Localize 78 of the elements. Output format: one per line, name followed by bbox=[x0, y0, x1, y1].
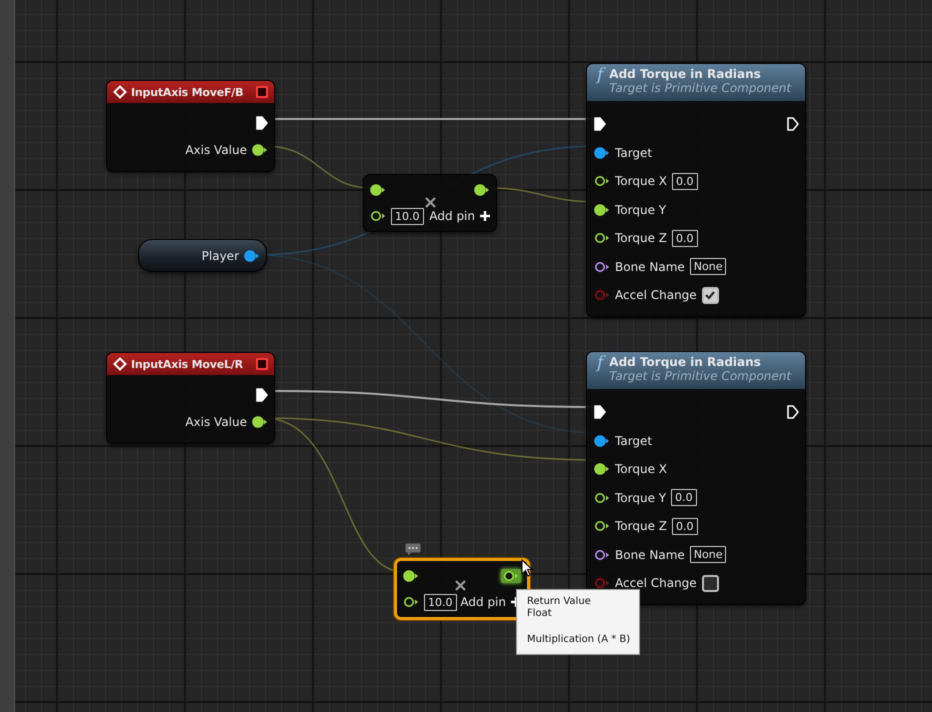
exec-pin-icon[interactable] bbox=[256, 388, 268, 402]
pin-icon[interactable] bbox=[594, 492, 610, 504]
pin-icon[interactable] bbox=[252, 416, 268, 428]
node-title: InputAxis MoveF/B bbox=[131, 86, 244, 98]
node-card[interactable]: Player bbox=[138, 239, 267, 272]
pin-label: Target bbox=[615, 146, 652, 160]
pin-icon[interactable] bbox=[503, 570, 519, 582]
exec-pin-icon[interactable] bbox=[787, 405, 799, 420]
node-subtitle: Target is Primitive Component bbox=[609, 369, 792, 383]
value-field[interactable]: None bbox=[690, 258, 726, 276]
value-field[interactable]: 0.0 bbox=[672, 230, 698, 247]
tooltip-description: Multiplication (A * B) bbox=[527, 634, 631, 646]
diamond-icon bbox=[113, 85, 127, 99]
pin-label: Torque X bbox=[615, 462, 667, 476]
node-card[interactable]: InputAxis MoveF/B Axis Value bbox=[106, 80, 275, 172]
pin-icon[interactable] bbox=[594, 548, 610, 561]
pin-icon[interactable] bbox=[403, 596, 419, 608]
tooltip-type: Float bbox=[527, 608, 553, 620]
x-icon[interactable] bbox=[455, 580, 466, 591]
exec-pin-icon[interactable] bbox=[256, 116, 268, 130]
value-field[interactable]: 0.0 bbox=[671, 489, 697, 506]
node-card[interactable]: 10.0 Add pin bbox=[363, 174, 497, 232]
pin-icon[interactable] bbox=[594, 146, 610, 159]
pin-label: Bone Name bbox=[615, 260, 685, 274]
node-title: Add Torque in Radians bbox=[609, 355, 762, 369]
pin-icon[interactable] bbox=[594, 232, 610, 244]
pin-icon[interactable] bbox=[370, 210, 386, 222]
pin-label: Torque Z bbox=[615, 231, 667, 246]
exec-pin-icon[interactable] bbox=[787, 117, 799, 132]
pin-icon[interactable] bbox=[594, 463, 610, 476]
pin-icon[interactable] bbox=[594, 175, 610, 188]
checkbox[interactable] bbox=[702, 286, 719, 304]
checkbox[interactable] bbox=[702, 574, 719, 592]
pin-icon[interactable] bbox=[370, 184, 386, 196]
square-icon[interactable] bbox=[256, 358, 268, 370]
node-subtitle: Target is Primitive Component bbox=[609, 81, 792, 95]
exec-pin-icon[interactable] bbox=[594, 117, 606, 132]
node-card[interactable]: f Add Torque in Radians Target is Primitive Component Target Torque X 0.0 Torque Y Torque Z 0.0 Bone Name None Accel Change bbox=[586, 63, 806, 316]
pin-label: Bone Name bbox=[615, 548, 685, 562]
value-field[interactable]: 0.0 bbox=[672, 172, 698, 190]
pin-label: Axis Value bbox=[185, 414, 247, 428]
function-icon: f bbox=[597, 64, 604, 85]
pin-label: Torque Z bbox=[615, 519, 667, 534]
diamond-icon bbox=[113, 357, 127, 371]
node-card[interactable]: InputAxis MoveL/R Axis Value bbox=[106, 352, 275, 444]
comment-icon[interactable] bbox=[405, 543, 421, 556]
pin-icon[interactable] bbox=[252, 144, 268, 156]
plus-icon bbox=[480, 211, 490, 221]
value-field[interactable]: 10.0 bbox=[391, 208, 424, 224]
pin-label: Accel Change bbox=[615, 288, 697, 302]
pin-icon[interactable] bbox=[594, 204, 610, 216]
node-title: Add Torque in Radians bbox=[609, 67, 762, 81]
pin-icon[interactable] bbox=[244, 250, 260, 262]
add-pin-button[interactable]: Add pin bbox=[460, 595, 506, 609]
pin-label: Axis Value bbox=[185, 142, 247, 156]
node-title: InputAxis MoveL/R bbox=[131, 358, 244, 370]
square-icon[interactable] bbox=[256, 86, 268, 98]
value-field[interactable]: 0.0 bbox=[672, 518, 698, 535]
x-icon[interactable] bbox=[425, 197, 436, 208]
pin-label: Target bbox=[615, 434, 652, 448]
pin-icon[interactable] bbox=[403, 570, 419, 582]
add-pin-button[interactable]: Add pin bbox=[429, 209, 475, 223]
function-icon: f bbox=[597, 352, 604, 373]
pin-label: Accel Change bbox=[615, 576, 697, 590]
pin-icon[interactable] bbox=[474, 184, 490, 196]
pin-label: Torque Y bbox=[615, 202, 666, 217]
exec-pin-icon[interactable] bbox=[594, 405, 606, 420]
value-field[interactable]: None bbox=[690, 546, 726, 564]
checkmark-icon bbox=[704, 289, 716, 302]
pin-icon[interactable] bbox=[594, 577, 610, 590]
pin-icon[interactable] bbox=[594, 434, 610, 447]
mouse-cursor-icon bbox=[521, 559, 533, 577]
pin-label: Torque Y bbox=[615, 490, 666, 505]
pin-label: Torque X bbox=[615, 174, 667, 188]
pin-icon[interactable] bbox=[594, 260, 610, 273]
pin-icon[interactable] bbox=[594, 520, 610, 532]
value-field[interactable]: 10.0 bbox=[424, 594, 456, 610]
pin-label: Player bbox=[202, 248, 239, 262]
